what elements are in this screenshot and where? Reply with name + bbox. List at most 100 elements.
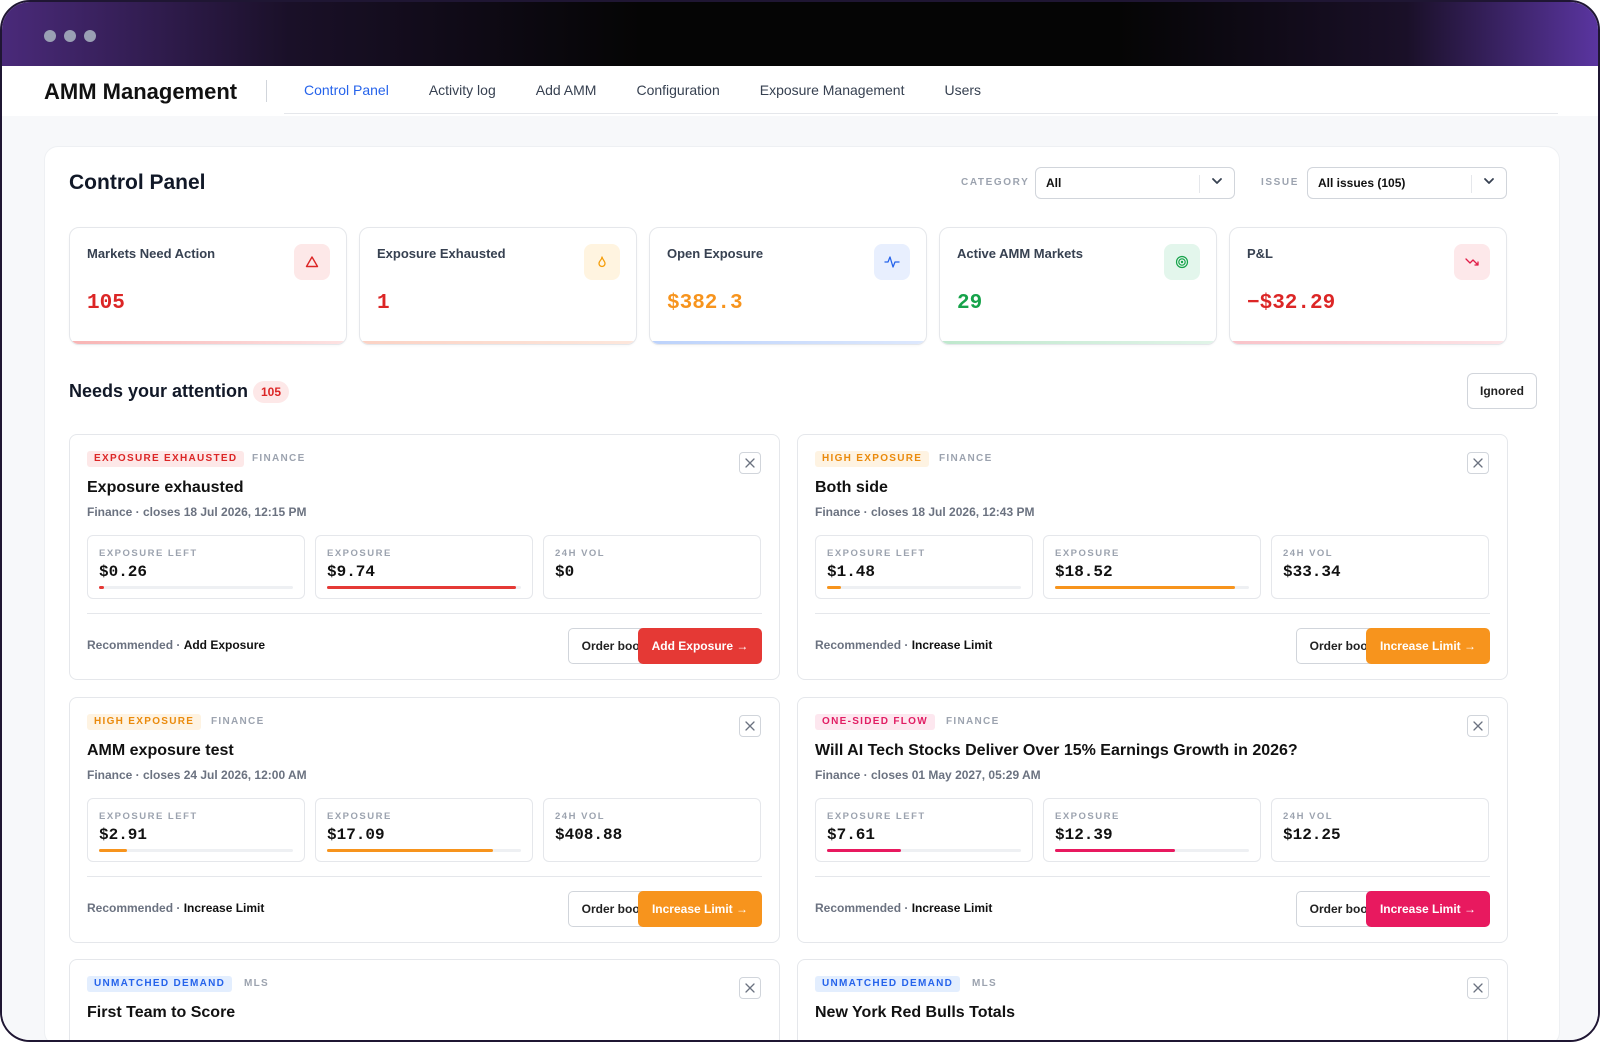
- issue-card: ONE-SIDED FLOW FINANCE Will AI Tech Stoc…: [797, 697, 1508, 943]
- metric-value: $12.25: [1283, 826, 1341, 844]
- tab-configuration[interactable]: Configuration: [636, 82, 719, 98]
- metric-value: $12.39: [1055, 826, 1113, 844]
- metric-exposure-left: EXPOSURE LEFT $2.91: [87, 798, 305, 862]
- recommendation: Recommended · Add Exposure: [87, 638, 265, 652]
- issue-card: HIGH EXPOSURE FINANCE AMM exposure test …: [69, 697, 780, 943]
- card-divider: [815, 613, 1490, 614]
- metric-label: EXPOSURE: [1055, 811, 1120, 822]
- recommendation-prefix: Recommended ·: [815, 638, 912, 652]
- category-filter-label: CATEGORY: [961, 177, 1030, 188]
- chevron-down-icon: [1484, 178, 1494, 184]
- dismiss-button[interactable]: [739, 977, 761, 999]
- issue-category: MLS: [244, 978, 270, 989]
- action-button-label: Add Exposure: [651, 639, 733, 653]
- tab-users[interactable]: Users: [945, 82, 982, 98]
- dismiss-button[interactable]: [1467, 452, 1489, 474]
- metric-value: $18.52: [1055, 563, 1113, 581]
- select-divider: [1471, 175, 1472, 193]
- issue-tag: UNMATCHED DEMAND: [87, 976, 233, 992]
- action-button-label: Increase Limit: [651, 902, 733, 916]
- tab-add-amm[interactable]: Add AMM: [536, 82, 597, 98]
- dismiss-button[interactable]: [739, 715, 761, 737]
- tab-control-panel[interactable]: Control Panel: [304, 82, 389, 98]
- close-icon: [745, 721, 755, 731]
- close-icon: [1473, 721, 1483, 731]
- stat-card-open-exposure: Open Exposure $382.3: [649, 227, 927, 345]
- ignored-button[interactable]: Ignored: [1467, 373, 1537, 409]
- increase-limit-button[interactable]: Increase Limit →: [638, 891, 762, 927]
- flame-icon: [584, 244, 620, 280]
- metric-progress-track: [827, 586, 1021, 589]
- metric-progress-track: [1055, 849, 1249, 852]
- issue-tag: ONE-SIDED FLOW: [815, 714, 935, 730]
- metric-value: $17.09: [327, 826, 385, 844]
- stat-value: 105: [87, 292, 125, 315]
- target-icon: [1164, 244, 1200, 280]
- tab-activity-log[interactable]: Activity log: [429, 82, 496, 98]
- action-button-label: Increase Limit: [1379, 902, 1461, 916]
- stat-accent-bar: [650, 341, 926, 344]
- stat-label: Open Exposure: [667, 246, 764, 261]
- stat-label: Exposure Exhausted: [377, 246, 506, 261]
- select-divider: [1199, 175, 1200, 193]
- category-select[interactable]: All: [1035, 167, 1235, 199]
- stat-value: $382.3: [667, 292, 743, 315]
- metric-progress-fill: [327, 849, 493, 852]
- issue-card: EXPOSURE EXHAUSTED FINANCE Exposure exha…: [69, 434, 780, 680]
- issue-select[interactable]: All issues (105): [1307, 167, 1507, 199]
- issue-title: New York Red Bulls Totals: [815, 1004, 1016, 1021]
- issue-tag: UNMATCHED DEMAND: [815, 976, 961, 992]
- close-icon: [745, 983, 755, 993]
- issue-select-value: All issues (105): [1318, 176, 1406, 190]
- stat-label: Markets Need Action: [87, 246, 216, 261]
- metric-progress-track: [99, 849, 293, 852]
- app-root: AMM Management Control Panel Activity lo…: [2, 66, 1598, 1040]
- issue-card: UNMATCHED DEMAND MLS First Team to Score: [69, 959, 780, 1040]
- metric-label: EXPOSURE: [1055, 548, 1120, 559]
- issue-tag: HIGH EXPOSURE: [87, 714, 202, 730]
- dismiss-button[interactable]: [1467, 715, 1489, 737]
- add-exposure-button[interactable]: Add Exposure →: [638, 628, 762, 664]
- recommendation-prefix: Recommended ·: [87, 638, 184, 652]
- issue-category: FINANCE: [946, 716, 1000, 727]
- window-minimize-dot[interactable]: [64, 30, 76, 42]
- window-close-dot[interactable]: [44, 30, 56, 42]
- issue-title: Will AI Tech Stocks Deliver Over 15% Ear…: [815, 742, 1298, 759]
- top-navigation: AMM Management Control Panel Activity lo…: [2, 66, 1598, 116]
- issue-category: MLS: [972, 978, 998, 989]
- tab-exposure-management[interactable]: Exposure Management: [760, 82, 905, 98]
- issue-subtitle: Finance · closes 18 Jul 2026, 12:15 PM: [87, 505, 307, 519]
- metric-progress-fill: [827, 586, 842, 589]
- metric-progress-fill: [1055, 586, 1235, 589]
- arrow-right-icon: →: [1464, 639, 1477, 653]
- metric-exposure-left: EXPOSURE LEFT $1.48: [815, 535, 1033, 599]
- metric-progress-track: [99, 586, 293, 589]
- increase-limit-button[interactable]: Increase Limit →: [1366, 628, 1490, 664]
- window-maximize-dot[interactable]: [84, 30, 96, 42]
- dismiss-button[interactable]: [739, 452, 761, 474]
- metric-progress-track: [327, 586, 521, 589]
- metric-exposure-left: EXPOSURE LEFT $0.26: [87, 535, 305, 599]
- metric-label: 24H VOL: [555, 811, 606, 822]
- metric-label: EXPOSURE LEFT: [827, 811, 926, 822]
- metric-exposure: EXPOSURE $18.52: [1043, 535, 1261, 599]
- increase-limit-button[interactable]: Increase Limit →: [1366, 891, 1490, 927]
- stat-label: Active AMM Markets: [957, 246, 1083, 261]
- metric-exposure: EXPOSURE $17.09: [315, 798, 533, 862]
- stat-card-markets-need-action: Markets Need Action 105: [69, 227, 347, 345]
- action-button-label: Increase Limit: [1379, 639, 1461, 653]
- metric-label: EXPOSURE LEFT: [99, 811, 198, 822]
- metric-label: EXPOSURE LEFT: [827, 548, 926, 559]
- dismiss-button[interactable]: [1467, 977, 1489, 999]
- trending-down-icon: [1454, 244, 1490, 280]
- metric-progress-track: [827, 849, 1021, 852]
- metric-24h-vol: 24H VOL $33.34: [1271, 535, 1489, 599]
- arrow-right-icon: →: [736, 902, 749, 916]
- metric-label: EXPOSURE: [327, 548, 392, 559]
- card-divider: [815, 876, 1490, 877]
- stat-card-exposure-exhausted: Exposure Exhausted 1: [359, 227, 637, 345]
- close-icon: [1473, 458, 1483, 468]
- metric-progress-track: [327, 849, 521, 852]
- metric-exposure: EXPOSURE $12.39: [1043, 798, 1261, 862]
- recommendation-action: Add Exposure: [183, 638, 266, 652]
